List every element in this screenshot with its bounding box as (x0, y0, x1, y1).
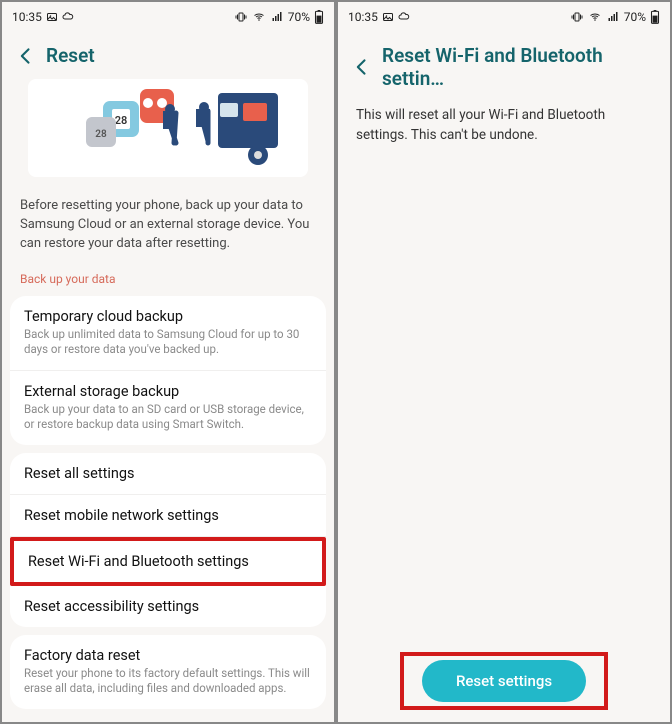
item-desc: Back up unlimited data to Samsung Cloud … (24, 327, 312, 358)
page-title: Reset (46, 44, 95, 67)
illustration: 28 28 (28, 79, 308, 177)
back-icon[interactable] (352, 57, 372, 77)
reset-all-settings[interactable]: Reset all settings (10, 453, 326, 495)
wifi-icon (252, 11, 266, 23)
item-desc: Reset your phone to its factory default … (24, 666, 312, 697)
cloud-icon (398, 11, 410, 23)
status-bar: 10:35 70% (338, 2, 670, 32)
phone-left-reset: 10:35 70% Reset (0, 0, 336, 724)
status-bar: 10:35 70% (2, 2, 334, 32)
image-icon (46, 11, 58, 23)
svg-text:28: 28 (115, 114, 128, 127)
item-title: Reset mobile network settings (24, 507, 312, 524)
header: Reset (2, 32, 334, 79)
signal-icon (606, 11, 620, 23)
reset-accessibility[interactable]: Reset accessibility settings (10, 586, 326, 627)
battery-icon (650, 10, 660, 24)
status-battery-pct: 70% (288, 10, 310, 24)
item-desc: Back up your data to an SD card or USB s… (24, 402, 312, 433)
header: Reset Wi-Fi and Bluetooth settin… (338, 32, 670, 102)
item-title: External storage backup (24, 383, 312, 400)
section-label: Back up your data (2, 254, 334, 292)
vibrate-icon (234, 11, 248, 23)
factory-data-reset[interactable]: Factory data reset Reset your phone to i… (10, 635, 326, 709)
backup-item-external[interactable]: External storage backup Back up your dat… (10, 371, 326, 445)
vibrate-icon (570, 11, 584, 23)
info-text: Before resetting your phone, back up you… (2, 187, 334, 254)
phone-right-reset-wifi: 10:35 70% Reset Wi-Fi and Bluetooth sett… (336, 0, 672, 724)
reset-mobile-network[interactable]: Reset mobile network settings (10, 495, 326, 537)
backup-card: Temporary cloud backup Back up unlimited… (10, 296, 326, 445)
item-title: Reset accessibility settings (24, 598, 312, 615)
wifi-icon (588, 11, 602, 23)
highlight-box: Reset settings (400, 652, 608, 710)
status-battery-pct: 70% (624, 10, 646, 24)
cloud-icon (62, 11, 74, 23)
battery-icon (314, 10, 324, 24)
reset-settings-button[interactable]: Reset settings (422, 660, 586, 702)
factory-card: Factory data reset Reset your phone to i… (10, 635, 326, 709)
image-icon (382, 11, 394, 23)
back-icon[interactable] (16, 46, 36, 66)
status-time: 10:35 (12, 10, 42, 24)
status-time: 10:35 (348, 10, 378, 24)
body-description: This will reset all your Wi-Fi and Bluet… (338, 102, 670, 149)
page-title: Reset Wi-Fi and Bluetooth settin… (382, 44, 656, 90)
reset-wifi-bluetooth[interactable]: Reset Wi-Fi and Bluetooth settings (10, 537, 326, 586)
item-title: Reset Wi-Fi and Bluetooth settings (28, 553, 308, 570)
item-title: Temporary cloud backup (24, 308, 312, 325)
bottom-action: Reset settings (352, 652, 656, 710)
backup-item-temp-cloud[interactable]: Temporary cloud backup Back up unlimited… (10, 296, 326, 371)
signal-icon (270, 11, 284, 23)
item-title: Factory data reset (24, 647, 312, 664)
reset-card: Reset all settings Reset mobile network … (10, 453, 326, 627)
item-title: Reset all settings (24, 465, 312, 482)
svg-text:28: 28 (95, 129, 107, 140)
